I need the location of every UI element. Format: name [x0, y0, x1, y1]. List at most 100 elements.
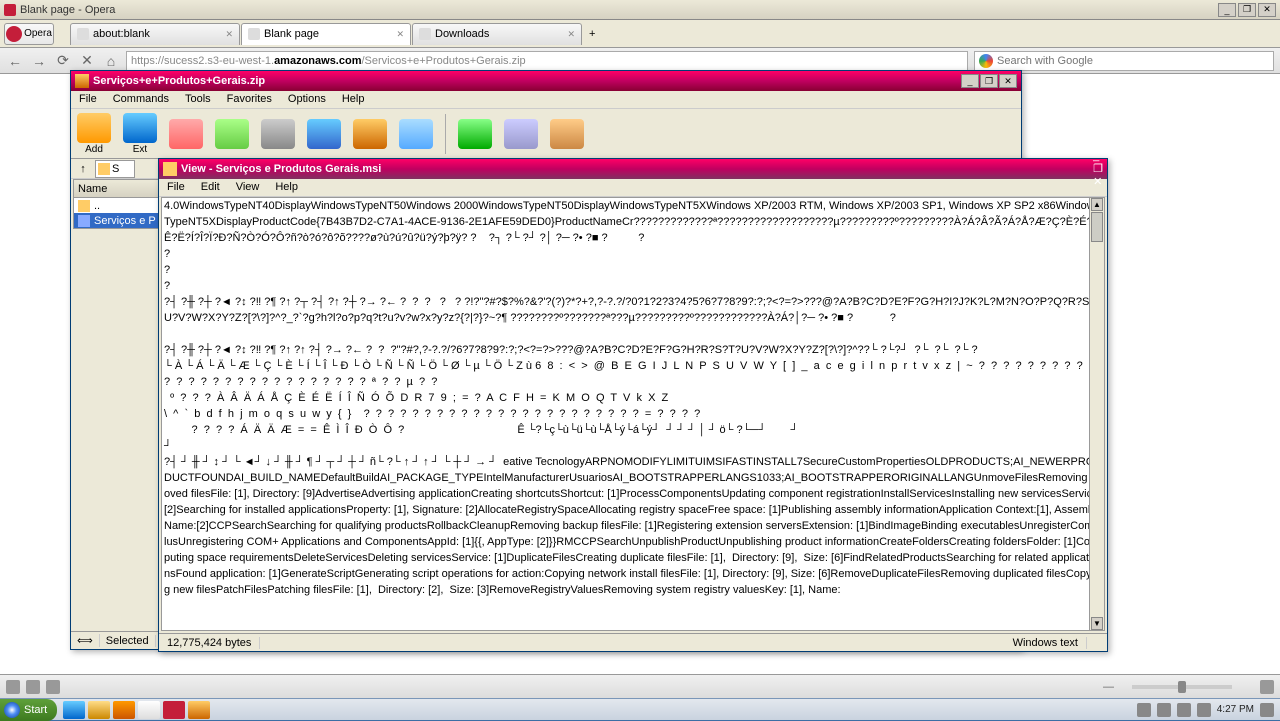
- info-icon: [399, 119, 433, 149]
- fit-icon[interactable]: [1260, 680, 1274, 694]
- minimize-button[interactable]: _: [1218, 3, 1236, 17]
- address-bar[interactable]: https://sucess2.s3-eu-west-1.amazonaws.c…: [126, 51, 968, 71]
- page-icon: [77, 28, 89, 40]
- path-dropdown[interactable]: S: [95, 160, 135, 178]
- tool-info[interactable]: [399, 119, 433, 149]
- menu-commands[interactable]: Commands: [109, 91, 173, 108]
- extract-icon: [123, 113, 157, 143]
- tab-close-icon[interactable]: ✕: [567, 29, 575, 40]
- windows-logo-icon: [4, 702, 20, 718]
- stop-button[interactable]: ✕: [78, 52, 96, 70]
- archive-icon: [98, 163, 110, 175]
- search-input[interactable]: [997, 55, 1269, 67]
- tool-sfx[interactable]: [550, 119, 584, 149]
- viewer-menu-edit[interactable]: Edit: [197, 179, 224, 196]
- home-button[interactable]: ⌂: [102, 52, 120, 70]
- opera-menubar: Opera about:blank ✕ Blank page ✕ Downloa…: [0, 20, 1280, 48]
- tool-view[interactable]: [215, 119, 249, 149]
- viewer-text-content[interactable]: 4.0WindowsTypeNT40DisplayWindowsTypeNT50…: [161, 197, 1105, 631]
- media-icon[interactable]: [113, 701, 135, 719]
- viewer-title: View - Serviços e Produtos Gerais.msi: [181, 163, 1093, 175]
- opera-icon: [4, 4, 16, 16]
- viewer-menu-file[interactable]: File: [163, 179, 189, 196]
- ie-icon[interactable]: [63, 701, 85, 719]
- page-icon: [248, 28, 260, 40]
- tab-close-icon[interactable]: ✕: [225, 29, 233, 40]
- new-tab-button[interactable]: +: [583, 23, 603, 45]
- scroll-up-button[interactable]: ▲: [1091, 198, 1103, 211]
- tab-blank-page[interactable]: Blank page ✕: [241, 23, 411, 45]
- rar-minimize-button[interactable]: _: [961, 74, 979, 88]
- status-panel: ⟺: [71, 634, 100, 647]
- menu-favorites[interactable]: Favorites: [223, 91, 276, 108]
- menu-help[interactable]: Help: [338, 91, 369, 108]
- tray-icon[interactable]: [1177, 703, 1191, 717]
- anyrun-watermark: ANY RUN: [1174, 640, 1262, 662]
- panel-icon[interactable]: [6, 680, 20, 694]
- winrar-titlebar[interactable]: Serviços+e+Produtos+Gerais.zip _ ❐ ✕: [71, 71, 1021, 91]
- url-domain: amazonaws.com: [274, 55, 361, 67]
- play-icon: [1244, 640, 1262, 662]
- turbo-icon[interactable]: [46, 680, 60, 694]
- winrar-toolbar: Add Ext: [71, 109, 1021, 159]
- tool-add[interactable]: Add: [77, 113, 111, 155]
- zoom-knob[interactable]: [1178, 681, 1186, 693]
- opera-titlebar: Blank page - Opera _ ❐ ✕: [0, 0, 1280, 20]
- menu-file[interactable]: File: [75, 91, 101, 108]
- menu-options[interactable]: Options: [284, 91, 330, 108]
- find-icon: [307, 119, 341, 149]
- clock[interactable]: 4:27 PM: [1217, 704, 1254, 715]
- msi-icon: [78, 215, 90, 227]
- viewer-menu-view[interactable]: View: [232, 179, 264, 196]
- scroll-down-button[interactable]: ▼: [1091, 617, 1103, 630]
- winrar-menubar: File Commands Tools Favorites Options He…: [71, 91, 1021, 109]
- viewer-titlebar[interactable]: View - Serviços e Produtos Gerais.msi _ …: [159, 159, 1107, 179]
- viewer-scrollbar[interactable]: ▲ ▼: [1089, 197, 1105, 631]
- forward-button[interactable]: →: [30, 52, 48, 70]
- tool-extract[interactable]: Ext: [123, 113, 157, 155]
- tab-label: about:blank: [93, 28, 150, 40]
- viewer-maximize-button[interactable]: ❐: [1093, 162, 1103, 175]
- tool-find[interactable]: [307, 119, 341, 149]
- tool-virusscan[interactable]: [458, 119, 492, 149]
- search-bar[interactable]: [974, 51, 1274, 71]
- rar-maximize-button[interactable]: ❐: [980, 74, 998, 88]
- winrar-taskbar-icon[interactable]: [188, 701, 210, 719]
- tool-wizard[interactable]: [353, 119, 387, 149]
- tool-test[interactable]: [169, 119, 203, 149]
- maximize-button[interactable]: ❐: [1238, 3, 1256, 17]
- tool-comment[interactable]: [504, 119, 538, 149]
- viewer-window: View - Serviços e Produtos Gerais.msi _ …: [158, 158, 1108, 652]
- close-button[interactable]: ✕: [1258, 3, 1276, 17]
- viewer-close-button[interactable]: ✕: [1093, 175, 1103, 188]
- menu-tools[interactable]: Tools: [181, 91, 215, 108]
- show-desktop-button[interactable]: [1260, 703, 1274, 717]
- tray-icon[interactable]: [1197, 703, 1211, 717]
- opera-taskbar-icon[interactable]: [163, 701, 185, 719]
- tab-about-blank[interactable]: about:blank ✕: [70, 23, 240, 45]
- back-button[interactable]: ←: [6, 52, 24, 70]
- zoom-slider[interactable]: [1132, 685, 1232, 689]
- chrome-icon[interactable]: [138, 701, 160, 719]
- scroll-thumb[interactable]: [1091, 212, 1103, 242]
- rar-close-button[interactable]: ✕: [999, 74, 1017, 88]
- folder-icon: [78, 200, 90, 212]
- tab-close-icon[interactable]: ✕: [396, 29, 404, 40]
- tray-icon[interactable]: [1157, 703, 1171, 717]
- tool-delete[interactable]: [261, 119, 295, 149]
- winrar-title: Serviços+e+Produtos+Gerais.zip: [93, 75, 961, 87]
- tab-downloads[interactable]: Downloads ✕: [412, 23, 582, 45]
- explorer-icon[interactable]: [88, 701, 110, 719]
- viewer-minimize-button[interactable]: _: [1093, 150, 1103, 162]
- viewer-icon: [163, 162, 177, 176]
- up-button[interactable]: ↑: [75, 161, 91, 177]
- reload-button[interactable]: ⟳: [54, 52, 72, 70]
- tray-icon[interactable]: [1137, 703, 1151, 717]
- status-encoding: Windows text: [1005, 637, 1087, 649]
- viewer-menu-help[interactable]: Help: [271, 179, 302, 196]
- sync-icon[interactable]: [26, 680, 40, 694]
- tab-strip: about:blank ✕ Blank page ✕ Downloads ✕ +: [70, 23, 603, 45]
- opera-menu-button[interactable]: Opera: [4, 23, 54, 45]
- start-button[interactable]: Start: [0, 699, 57, 721]
- comment-icon: [504, 119, 538, 149]
